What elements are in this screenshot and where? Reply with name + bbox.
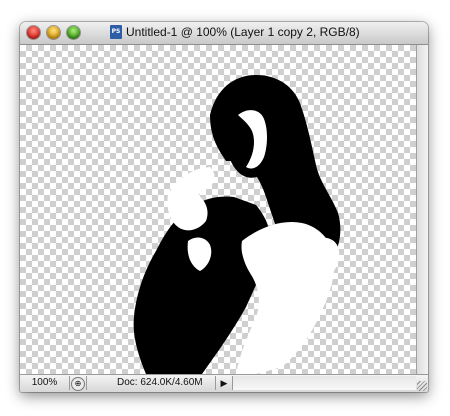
title-bar[interactable]: PS Untitled-1 @ 100% (Layer 1 copy 2, RG…: [20, 22, 428, 45]
horizontal-scrollbar[interactable]: [232, 376, 416, 390]
status-info-icon[interactable]: ⊕: [71, 377, 85, 391]
document-canvas[interactable]: [20, 45, 417, 374]
window-controls: [27, 26, 80, 39]
photoshop-document-icon: PS: [110, 25, 122, 39]
status-bar: 100% ⊕ Doc: 624.0K/4.60M ▶: [20, 374, 428, 392]
document-window: PS Untitled-1 @ 100% (Layer 1 copy 2, RG…: [20, 22, 428, 392]
zoom-icon[interactable]: [67, 26, 80, 39]
zoom-level-field[interactable]: 100%: [20, 376, 70, 390]
window-title-group: PS Untitled-1 @ 100% (Layer 1 copy 2, RG…: [110, 25, 360, 39]
play-arrow-icon[interactable]: ▶: [219, 377, 229, 389]
window-title: Untitled-1 @ 100% (Layer 1 copy 2, RGB/8…: [126, 25, 360, 39]
resize-grip-icon[interactable]: [417, 381, 427, 391]
document-info: Doc: 624.0K/4.60M: [86, 376, 216, 390]
vertical-scrollbar[interactable]: [416, 45, 428, 374]
layer-artwork: [133, 75, 341, 374]
minimize-icon[interactable]: [47, 26, 60, 39]
close-icon[interactable]: [27, 26, 40, 39]
